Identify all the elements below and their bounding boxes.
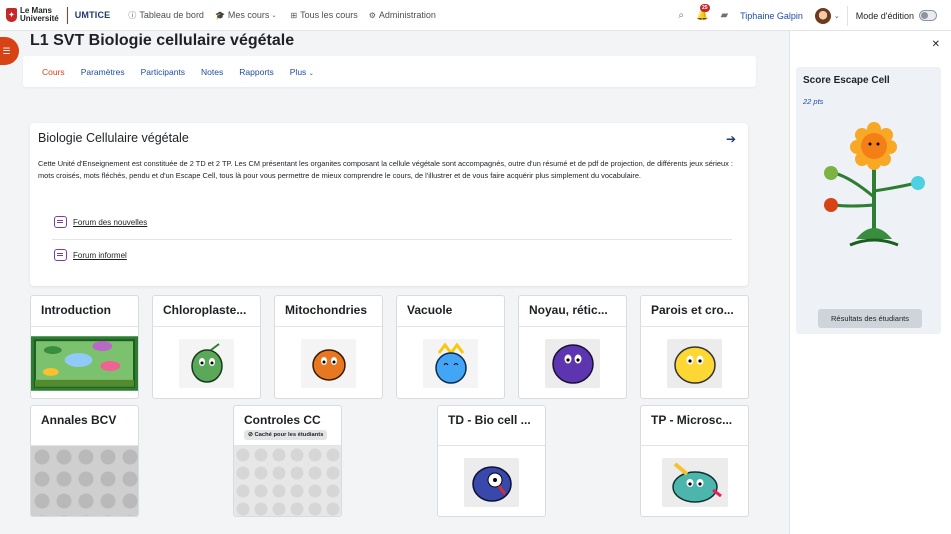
notification-badge: 25	[699, 4, 710, 12]
block-title: Score Escape Cell	[803, 75, 890, 86]
tile-title: Mitochondries	[275, 296, 382, 327]
tile-pattern-image	[31, 446, 138, 516]
score-points: 22 pts	[803, 97, 824, 106]
forum-icon	[54, 216, 67, 228]
cell-wall-mascot-image	[667, 338, 722, 388]
tile-pattern-image	[234, 446, 341, 516]
tile-title: Parois et cro...	[641, 296, 748, 327]
tile-title: Introduction	[31, 296, 138, 327]
divider	[52, 239, 732, 240]
summary-title: Biologie Cellulaire végétale	[38, 131, 189, 145]
forum-news-label: Forum des nouvelles	[73, 217, 148, 227]
nav-dashboard[interactable]: ⓘ Tableau de bord	[128, 10, 204, 21]
navbar-divider	[846, 5, 848, 26]
tile-vacuole[interactable]: Vacuole	[396, 295, 505, 399]
tile-title: Noyau, rétic...	[519, 296, 626, 327]
page-title: L1 SVT Biologie cellulaire végétale	[30, 32, 295, 49]
sitemap-icon: ⊞	[290, 10, 298, 20]
tab-plus-label: Plus	[289, 66, 307, 77]
university-logo[interactable]: ✦ Le Mans Université	[6, 5, 59, 25]
course-index-toggle-button[interactable]: ☰	[0, 37, 19, 65]
course-summary-card: Biologie Cellulaire végétale ➔ Cette Uni…	[30, 123, 748, 286]
hidden-status-label: Caché pour les étudiants	[254, 432, 324, 438]
tab-plus[interactable]: Plus ⌄	[290, 67, 314, 77]
tile-title: Chloroplaste...	[153, 296, 260, 327]
site-brand[interactable]: UMTICE	[75, 10, 111, 20]
vacuole-mascot-image	[423, 338, 478, 388]
nav-all-courses[interactable]: ⊞ Tous les cours	[290, 10, 357, 20]
hidden-status-badge: ⊘ Caché pour les étudiants	[244, 430, 328, 440]
tile-chloroplaste[interactable]: Chloroplaste...	[152, 295, 261, 399]
search-icon[interactable]: ⌕	[678, 10, 684, 21]
edit-mode-label: Mode d'édition	[855, 10, 914, 21]
tile-title: Annales BCV	[31, 406, 138, 446]
tab-cours[interactable]: Cours	[42, 67, 65, 77]
top-navbar: ✦ Le Mans Université UMTICE ⓘ Tableau de…	[0, 0, 951, 31]
tile-introduction[interactable]: Introduction	[30, 295, 139, 399]
eye-slash-icon: ⊘	[248, 432, 253, 438]
messages-icon[interactable]: ▰	[720, 10, 728, 21]
tile-title: Controles CC	[234, 406, 341, 446]
nav-dashboard-label: Tableau de bord	[139, 10, 204, 20]
tile-mitochondries[interactable]: Mitochondries	[274, 295, 383, 399]
logo-divider	[66, 6, 68, 24]
nucleus-mascot-image	[545, 338, 600, 388]
nav-my-courses-label: Mes cours	[227, 10, 270, 20]
edit-mode-toggle[interactable]	[919, 10, 937, 21]
td-mascot-image	[464, 457, 519, 507]
chevron-down-icon[interactable]: ⌄	[834, 12, 840, 20]
summary-description: Cette Unité d'Enseignement est constitué…	[38, 159, 733, 180]
forum-informal-link[interactable]: Forum informel	[54, 249, 127, 261]
right-block-drawer: ✕ Score Escape Cell 22 pts Résultats des…	[789, 31, 951, 534]
avatar[interactable]	[814, 7, 831, 24]
tab-rapports[interactable]: Rapports	[239, 67, 274, 77]
nav-my-courses[interactable]: 🎓 Mes cours ⌄	[215, 10, 280, 20]
shield-logo-icon: ✦	[6, 8, 17, 22]
escape-cell-score-block: Score Escape Cell 22 pts Résultats des é…	[796, 67, 941, 334]
tile-title: TD - Bio cell ...	[438, 406, 545, 446]
tab-parametres[interactable]: Paramètres	[81, 67, 125, 77]
forum-icon	[54, 249, 67, 261]
course-secondary-nav: Cours Paramètres Participants Notes Rapp…	[23, 56, 756, 87]
tile-parois[interactable]: Parois et cro...	[640, 295, 749, 399]
mitochondria-mascot-image	[301, 338, 356, 388]
close-icon[interactable]: ✕	[932, 39, 940, 50]
forum-news-link[interactable]: Forum des nouvelles	[54, 216, 147, 228]
tile-title: Vacuole	[397, 296, 504, 327]
info-circle-icon: ⓘ	[128, 10, 137, 20]
user-name[interactable]: Tiphaine Galpin	[740, 11, 803, 21]
list-icon: ☰	[2, 45, 11, 56]
nav-all-courses-label: Tous les cours	[300, 10, 358, 20]
tile-td-bio-cell[interactable]: TD - Bio cell ...	[437, 405, 546, 517]
tile-noyau[interactable]: Noyau, rétic...	[518, 295, 627, 399]
sunflower-illustration	[824, 122, 925, 247]
tab-notes[interactable]: Notes	[201, 67, 223, 77]
gear-icon: ⚙	[368, 10, 376, 20]
tile-annales-bcv[interactable]: Annales BCV	[30, 405, 139, 517]
graduation-cap-icon: 🎓	[214, 10, 225, 20]
nav-administration[interactable]: ⚙ Administration	[369, 10, 436, 20]
tile-title: TP - Microsc...	[641, 406, 748, 446]
arrow-right-icon[interactable]: ➔	[726, 132, 736, 146]
logo-line2: Université	[20, 14, 59, 23]
tp-mascot-image	[661, 457, 728, 507]
student-results-button[interactable]: Résultats des étudiants	[818, 309, 922, 328]
nav-administration-label: Administration	[378, 10, 436, 20]
chloroplast-mascot-image	[179, 338, 234, 388]
plant-cell-image	[31, 335, 138, 391]
bell-icon[interactable]: 🔔 25	[696, 4, 710, 21]
forum-informal-label: Forum informel	[73, 250, 127, 260]
chevron-down-icon: ⌄	[308, 70, 314, 77]
chevron-down-icon: ⌄	[271, 12, 277, 19]
tile-tp-microscopie[interactable]: TP - Microsc...	[640, 405, 749, 517]
tab-participants[interactable]: Participants	[141, 67, 185, 77]
tile-controles-cc[interactable]: Controles CC ⊘ Caché pour les étudiants	[233, 405, 342, 517]
